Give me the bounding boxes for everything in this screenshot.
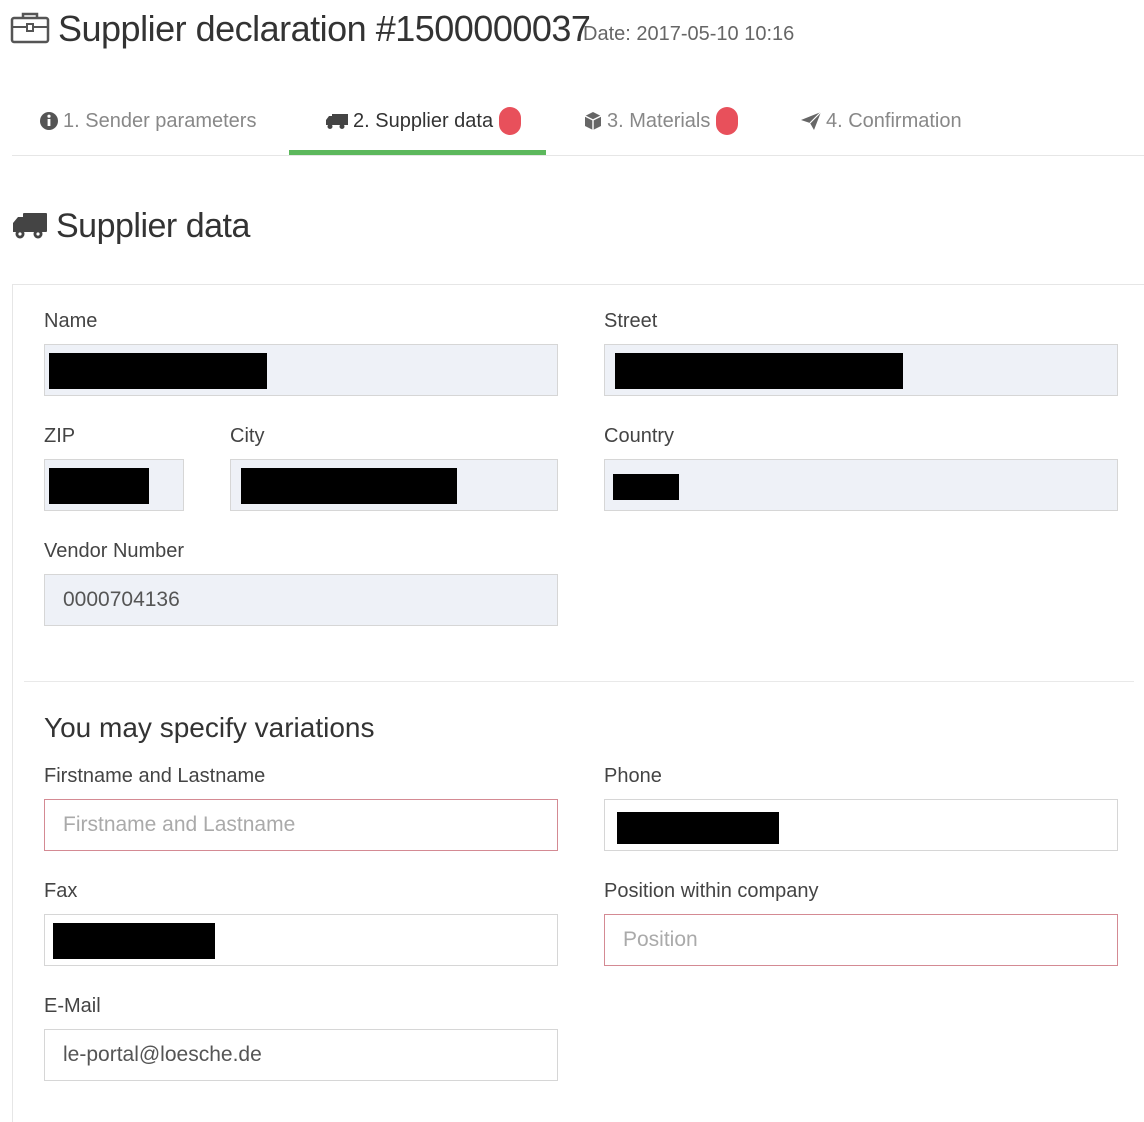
tab-supplier-data[interactable]: 2. Supplier data xyxy=(325,86,522,156)
wizard-tabs: 1. Sender parameters 2. Supplier data 3.… xyxy=(12,86,1144,156)
paper-plane-icon xyxy=(801,111,822,130)
tab-materials[interactable]: 3. Materials xyxy=(583,86,739,156)
section-title: Supplier data xyxy=(56,206,250,245)
tab-label: 1. Sender parameters xyxy=(63,109,257,132)
redacted-value xyxy=(49,468,149,504)
position-placeholder: Position xyxy=(623,928,698,951)
truck-icon xyxy=(13,213,47,239)
variations-heading: You may specify variations xyxy=(44,712,375,743)
error-badge xyxy=(716,107,739,135)
phone-input[interactable] xyxy=(604,799,1118,851)
redacted-value xyxy=(613,474,679,500)
street-label: Street xyxy=(604,310,658,332)
email-label: E-Mail xyxy=(44,995,101,1017)
redacted-value xyxy=(49,353,267,389)
section-divider xyxy=(24,681,1134,682)
email-input[interactable]: le-portal@loesche.de xyxy=(44,1029,558,1081)
declaration-date: Date: 2017-05-10 10:16 xyxy=(583,23,795,45)
redacted-value xyxy=(615,353,903,389)
active-tab-indicator xyxy=(289,150,546,155)
country-label: Country xyxy=(604,425,675,447)
tab-label: 3. Materials xyxy=(607,109,711,132)
name-label: Name xyxy=(44,310,98,332)
street-field xyxy=(604,344,1118,396)
fax-input[interactable] xyxy=(44,914,558,966)
zip-label: ZIP xyxy=(44,425,76,447)
vendor-number-field: 0000704136 xyxy=(44,574,558,626)
position-label: Position within company xyxy=(604,880,819,902)
supplier-form-panel xyxy=(12,284,1144,1122)
truck-icon xyxy=(326,114,348,129)
page-title: Supplier declaration #1500000037 xyxy=(58,8,591,49)
phone-label: Phone xyxy=(604,765,662,787)
zip-field xyxy=(44,459,184,511)
section-header: Supplier data xyxy=(12,204,250,248)
cube-icon xyxy=(584,112,602,130)
tab-sender-parameters[interactable]: 1. Sender parameters xyxy=(39,86,256,156)
redacted-value xyxy=(53,923,215,959)
fullname-label: Firstname and Lastname xyxy=(44,765,266,787)
tab-label: 2. Supplier data xyxy=(353,109,494,132)
city-field xyxy=(230,459,558,511)
tab-label: 4. Confirmation xyxy=(826,109,962,132)
country-field xyxy=(604,459,1118,511)
name-field xyxy=(44,344,558,396)
fax-label: Fax xyxy=(44,880,78,902)
position-input[interactable]: Position xyxy=(604,914,1118,966)
fullname-placeholder: Firstname and Lastname xyxy=(63,813,296,836)
redacted-value xyxy=(617,812,779,844)
redacted-value xyxy=(241,468,457,504)
email-value: le-portal@loesche.de xyxy=(63,1043,262,1066)
briefcase-icon xyxy=(10,12,50,44)
tab-confirmation[interactable]: 4. Confirmation xyxy=(800,86,962,156)
vendor-number-label: Vendor Number xyxy=(44,540,185,562)
fullname-input[interactable]: Firstname and Lastname xyxy=(44,799,558,851)
vendor-number-value: 0000704136 xyxy=(63,588,180,611)
error-badge xyxy=(499,107,522,135)
city-label: City xyxy=(230,425,265,447)
info-circle-icon xyxy=(40,112,58,130)
